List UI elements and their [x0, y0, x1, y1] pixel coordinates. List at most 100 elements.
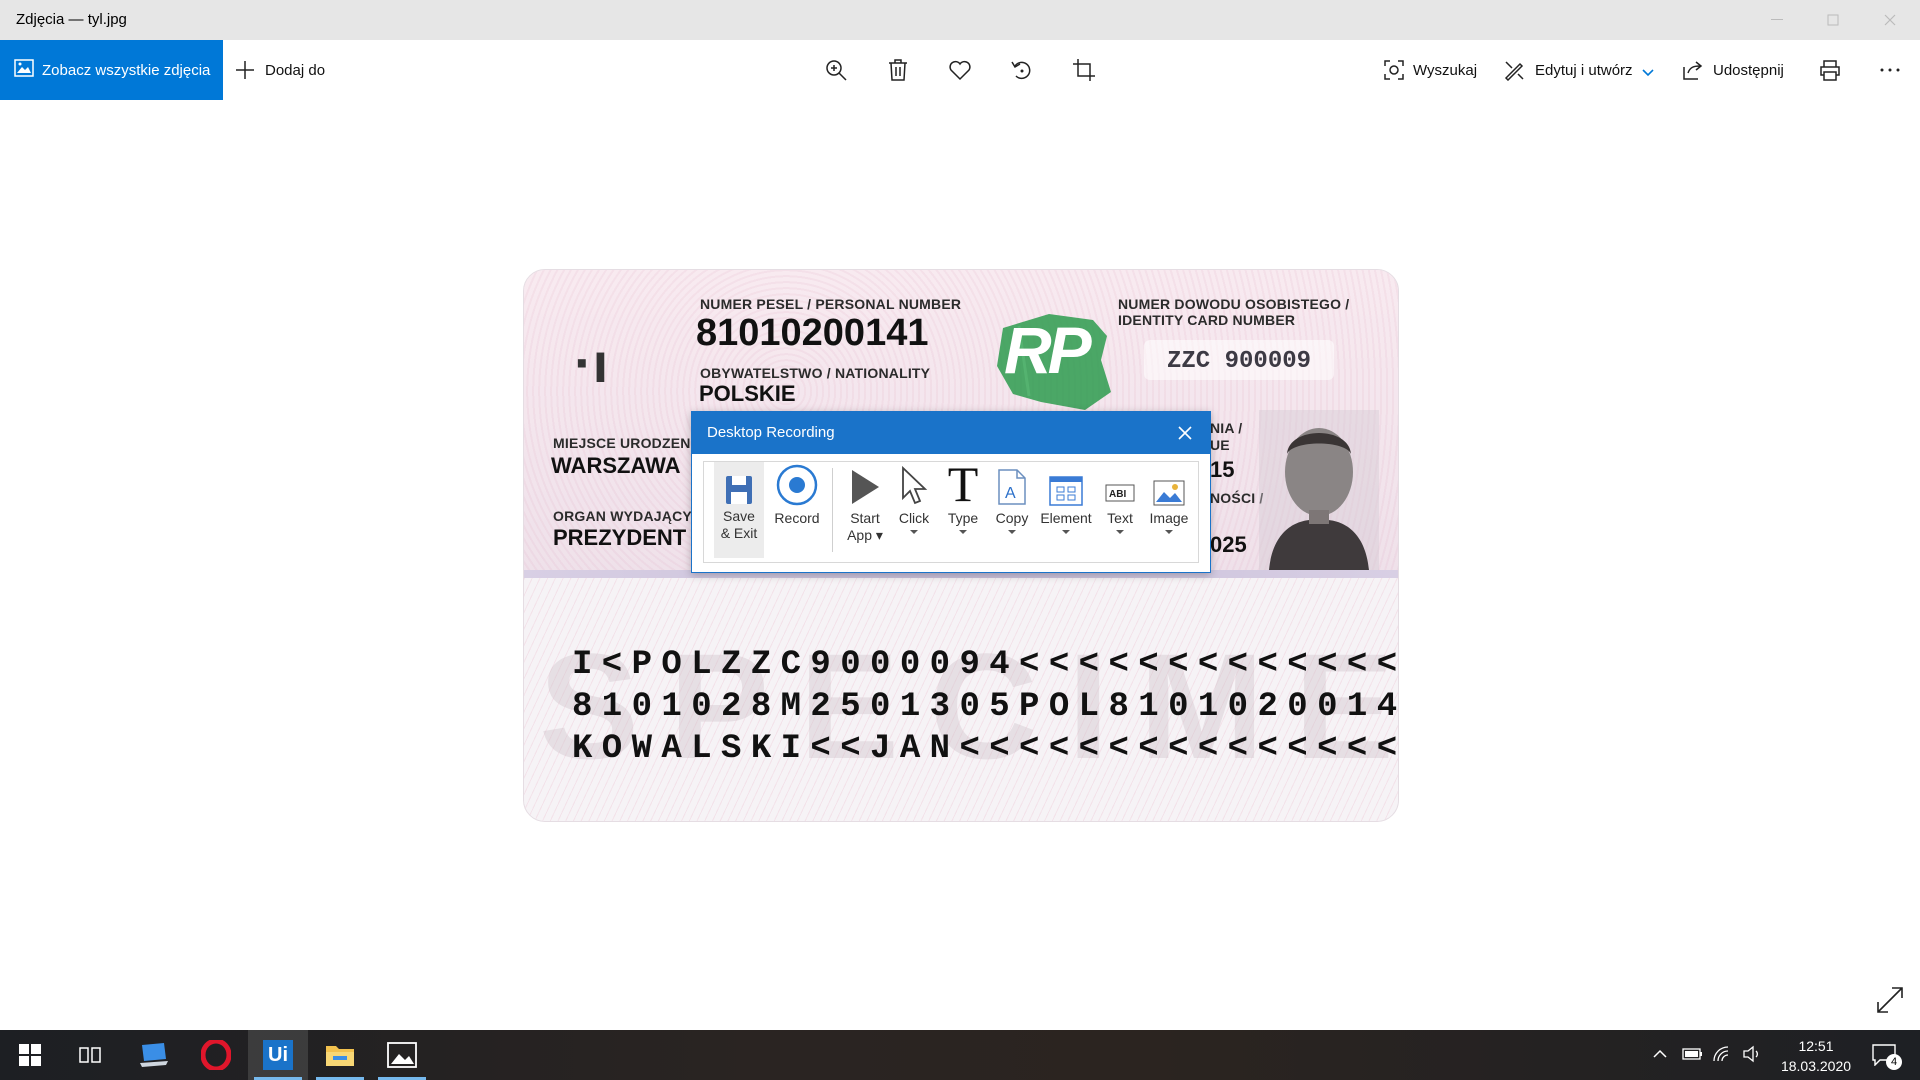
add-to-button[interactable]: Dodaj do — [235, 40, 325, 100]
birthplace-label: MIEJSCE URODZENI — [553, 435, 695, 451]
opera-icon — [201, 1040, 231, 1070]
chevron-down-icon[interactable] — [910, 530, 918, 534]
element-icon — [1049, 462, 1083, 506]
pesel-value: 81010200141 — [696, 312, 929, 354]
toolbar-separator — [832, 468, 833, 552]
crop-icon — [1073, 59, 1095, 81]
record-icon — [776, 462, 818, 506]
crop-button[interactable] — [1070, 56, 1098, 84]
mrz-line-2: 8101028M2501305POL810102001412 — [572, 688, 1399, 726]
rotate-icon — [1011, 61, 1031, 80]
dialog-close-button[interactable] — [1172, 420, 1198, 446]
print-icon — [1820, 60, 1840, 81]
expand-icon — [1877, 987, 1903, 1013]
partial-label-2: UE — [1210, 437, 1230, 453]
click-button[interactable]: Click — [892, 462, 936, 558]
image-icon — [1153, 462, 1185, 506]
search-button[interactable]: Wyszukaj — [1413, 40, 1477, 100]
minimize-button[interactable] — [1754, 0, 1800, 40]
delete-icon — [889, 59, 907, 81]
svg-text:A: A — [1005, 485, 1016, 502]
save-exit-button[interactable]: Save & Exit — [714, 462, 764, 558]
clock-time: 12:51 — [1798, 1038, 1834, 1054]
battery-icon[interactable] — [1682, 1047, 1704, 1066]
start-app-label-2: App ▾ — [847, 527, 883, 543]
start-icon — [19, 1044, 41, 1066]
window-title: Zdjęcia — tyl.jpg — [16, 11, 127, 28]
close-icon — [1884, 14, 1896, 26]
mrz-line-3: KOWALSKI<<JAN<<<<<<<<<<<<<<<<< — [572, 730, 1399, 768]
chevron-down-icon[interactable] — [959, 530, 967, 534]
text-label: Text — [1107, 510, 1133, 526]
copy-button[interactable]: A Copy — [990, 462, 1034, 558]
file-explorer-button[interactable] — [310, 1030, 370, 1080]
mrz-line-1: I<POLZZC9000094<<<<<<<<<<<<<<< — [572, 646, 1399, 684]
task-view-button[interactable] — [60, 1030, 120, 1080]
copy-icon: A — [997, 462, 1027, 506]
minimize-icon — [1771, 19, 1783, 20]
record-button[interactable]: Record — [770, 462, 824, 558]
notification-count-badge: 4 — [1886, 1054, 1902, 1070]
click-label: Click — [898, 510, 930, 526]
authority-value: PREZYDENT — [553, 525, 687, 550]
chevron-down-icon[interactable] — [1165, 530, 1173, 534]
opera-button[interactable] — [186, 1030, 246, 1080]
edit-create-icon — [1500, 56, 1528, 84]
partial-value-2: 025 — [1210, 532, 1247, 557]
start-app-button[interactable]: Start App ▾ — [842, 462, 888, 558]
share-button[interactable]: Udostępnij — [1713, 40, 1784, 100]
photos-button[interactable] — [372, 1030, 432, 1080]
close-button[interactable] — [1867, 0, 1913, 40]
type-label: Type — [947, 510, 979, 526]
chevron-down-icon[interactable] — [1008, 530, 1016, 534]
chevron-down-icon[interactable] — [1116, 530, 1124, 534]
desktop-recording-dialog: Desktop Recording Save & Exit Record Sta… — [691, 411, 1211, 573]
image-label: Image — [1149, 510, 1189, 526]
start-button[interactable] — [0, 1030, 60, 1080]
element-label: Element — [1040, 510, 1092, 526]
favorite-button[interactable] — [946, 56, 974, 84]
add-to-label: Dodaj do — [265, 61, 326, 79]
rp-emblem-text: RP — [1004, 313, 1092, 387]
text-button[interactable]: ABI Text — [1098, 462, 1142, 558]
zoom-in-button[interactable] — [822, 56, 850, 84]
save-exit-label-2: & Exit — [720, 525, 758, 541]
maximize-icon — [1827, 14, 1839, 26]
cursor-icon — [900, 462, 928, 506]
more-button[interactable] — [1876, 56, 1904, 84]
delete-button[interactable] — [884, 56, 912, 84]
partial-label-3: NOŚCI / — [1210, 490, 1264, 506]
element-button[interactable]: Element — [1036, 462, 1096, 558]
action-center-button[interactable]: 4 — [1868, 1040, 1904, 1070]
pesel-label: NUMER PESEL / PERSONAL NUMBER — [700, 296, 962, 312]
laptop-app-button[interactable] — [124, 1030, 184, 1080]
chevron-down-icon[interactable] — [1642, 64, 1654, 82]
volume-icon[interactable] — [1742, 1045, 1762, 1068]
view-all-photos-button[interactable]: Zobacz wszystkie zdjęcia — [0, 40, 223, 100]
full-screen-button[interactable] — [1876, 986, 1904, 1014]
recording-toolbar: Save & Exit Record Start App ▾ Click T T… — [703, 459, 1199, 563]
rotate-button[interactable] — [1008, 56, 1036, 84]
maximize-button[interactable] — [1810, 0, 1856, 40]
search-icon — [1380, 56, 1408, 84]
print-button[interactable] — [1816, 56, 1844, 84]
photos-icon — [387, 1042, 417, 1068]
uipath-button[interactable]: Ui — [248, 1030, 308, 1080]
nationality-value: POLSKIE — [699, 381, 796, 406]
chevron-down-icon[interactable] — [1062, 530, 1070, 534]
uipath-icon: Ui — [263, 1040, 293, 1070]
save-exit-label-1: Save — [723, 508, 755, 524]
show-hidden-icons-button[interactable] — [1652, 1046, 1668, 1067]
type-button[interactable]: T Type — [940, 459, 986, 558]
network-icon[interactable] — [1712, 1045, 1732, 1068]
image-button[interactable]: Image — [1144, 462, 1194, 558]
photo-icon — [14, 59, 34, 81]
birthplace-value: WARSZAWA — [551, 453, 681, 478]
record-label: Record — [774, 510, 820, 526]
edit-create-button[interactable]: Edytuj i utwórz — [1535, 40, 1633, 100]
id-number-label-2: IDENTITY CARD NUMBER — [1118, 312, 1296, 328]
dialog-title: Desktop Recording — [707, 424, 835, 441]
clock[interactable]: 12:51 18.03.2020 — [1776, 1036, 1856, 1076]
file-explorer-icon — [326, 1046, 354, 1066]
text-icon: ABI — [1105, 462, 1135, 506]
